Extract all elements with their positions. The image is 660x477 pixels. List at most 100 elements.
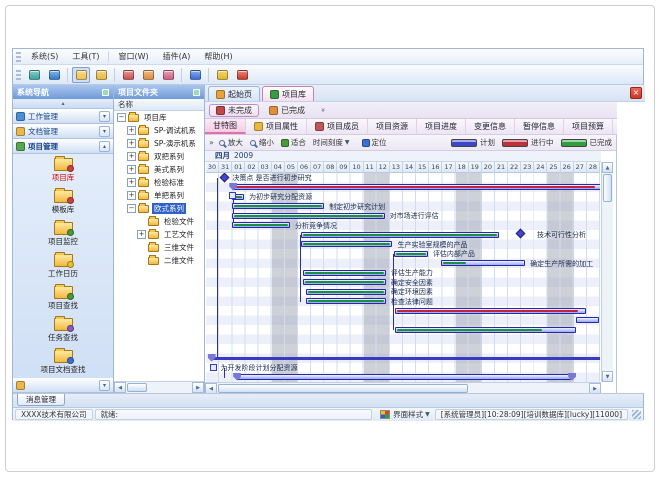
task-bar[interactable] (394, 251, 428, 257)
menu-item-3[interactable]: 插件(A) (156, 50, 198, 63)
tree-item-检验标准[interactable]: +检验标准 (114, 176, 204, 189)
gantt-horizontal-scrollbar[interactable]: ◀▶ (205, 382, 601, 393)
expand-icon[interactable]: + (127, 126, 136, 135)
scroll-down-icon[interactable]: ▼ (602, 371, 613, 382)
chevron-down-icon[interactable]: ▾ (99, 126, 110, 137)
view-tab-暂停信息[interactable]: 暂停信息 (515, 119, 564, 134)
expand-icon[interactable]: + (127, 178, 136, 187)
tree-item-单把系列[interactable]: +单把系列 (114, 189, 204, 202)
tree-item-项目库[interactable]: −项目库 (114, 111, 204, 124)
task-bar[interactable] (236, 374, 571, 380)
scroll-left-icon[interactable]: ◀ (114, 382, 126, 393)
tree-item-SP-演示机系[interactable]: +SP-演示机系 (114, 137, 204, 150)
sidebar-section-1[interactable]: 文档管理▾ (13, 124, 113, 139)
tree-item-双把系列[interactable]: +双把系列 (114, 150, 204, 163)
expand-icon[interactable]: + (127, 191, 136, 200)
resize-grip[interactable] (632, 410, 641, 419)
collapse-icon[interactable]: − (127, 204, 136, 213)
view-tab-项目成员[interactable]: 项目成员 (307, 119, 368, 134)
tree-item-二维文件[interactable]: 二维文件 (114, 254, 204, 267)
chevron-up-icon[interactable]: ▴ (99, 141, 110, 152)
expand-icon[interactable]: + (127, 165, 136, 174)
scroll-thumb[interactable] (603, 174, 612, 202)
overflow-icon[interactable]: » (209, 138, 214, 147)
document-pink-button[interactable] (159, 67, 177, 83)
chevron-down-icon[interactable]: ▼ (425, 411, 430, 418)
gantt-button-适合[interactable]: 适合 (281, 137, 306, 148)
tree-item-检验文件[interactable]: 检验文件 (114, 215, 204, 228)
scroll-right-icon[interactable]: ▶ (589, 383, 601, 394)
task-bar[interactable] (301, 241, 393, 247)
view-tab-项目进度[interactable]: 项目进度 (417, 119, 466, 134)
sidebar-item-项目库[interactable]: 项目库 (13, 154, 113, 186)
summary-bar[interactable] (211, 357, 600, 360)
task-bar[interactable] (576, 317, 598, 323)
chevron-down-icon[interactable]: ▾ (99, 380, 110, 391)
style-button[interactable]: 界面样式 (393, 409, 423, 420)
tree-item-美式系列[interactable]: +美式系列 (114, 163, 204, 176)
view-tab-变更信息[interactable]: 变更信息 (466, 119, 515, 134)
view-tab-项目资源[interactable]: 项目资源 (368, 119, 417, 134)
scroll-thumb[interactable] (218, 384, 468, 393)
tab-起始页[interactable]: 起始页 (208, 86, 260, 101)
sidebar-section-2[interactable]: 项目管理▴ (13, 139, 113, 154)
tree-item-SP-调试机系[interactable]: +SP-调试机系 (114, 124, 204, 137)
exit-button[interactable] (233, 67, 251, 83)
chevron-down-icon[interactable]: ▾ (99, 111, 110, 122)
globe-button[interactable] (45, 67, 63, 83)
tree-item-欧式系列[interactable]: −欧式系列 (114, 202, 204, 215)
tree-item-三维文件[interactable]: 三维文件 (114, 241, 204, 254)
task-bar[interactable] (306, 289, 386, 295)
tree-item-工艺文件[interactable]: +工艺文件 (114, 228, 204, 241)
filter-未完成[interactable]: 未完成 (209, 104, 259, 117)
start-marker[interactable] (229, 192, 236, 199)
sidebar-item-项目文档查找[interactable]: 项目文档查找 (13, 346, 113, 378)
sidebar-section-more[interactable]: ▾ (13, 378, 113, 393)
view-tab-甘特图[interactable]: 甘特图 (205, 119, 246, 134)
gantt-button-时间刻度[interactable]: 时间刻度▼ (313, 137, 355, 148)
tree-horizontal-scrollbar[interactable]: ◀▶ (114, 381, 204, 393)
chevron-down-icon[interactable]: » (319, 108, 327, 112)
sidebar-item-任务查找[interactable]: 任务查找 (13, 314, 113, 346)
message-manager-tab[interactable]: 消息管理 (17, 394, 65, 406)
close-icon[interactable]: × (630, 87, 642, 99)
document-red-button[interactable] (119, 67, 137, 83)
folder-report-button[interactable] (92, 67, 110, 83)
menu-item-2[interactable]: 窗口(W) (111, 50, 155, 63)
expand-icon[interactable]: + (127, 152, 136, 161)
task-bar[interactable] (395, 327, 576, 333)
desktop-button[interactable] (25, 67, 43, 83)
scroll-thumb[interactable] (127, 383, 147, 392)
document-orange-button[interactable] (139, 67, 157, 83)
tree-column-header[interactable]: 名称 (114, 99, 204, 111)
task-bar[interactable] (395, 308, 585, 314)
task-bar[interactable] (441, 260, 525, 266)
task-bar[interactable] (232, 222, 290, 228)
gantt-chart-body[interactable]: 决策点 是否进行初步研究为初步研究分配资源制定初步研究计划对市场进行评估分析竞争… (206, 173, 600, 382)
task-bar[interactable] (306, 298, 386, 304)
sidebar-item-工作日历[interactable]: 工作日历 (13, 250, 113, 282)
pin-icon[interactable] (102, 89, 109, 96)
menu-grip[interactable] (16, 52, 21, 62)
menu-item-0[interactable]: 系统(S) (24, 50, 65, 63)
gantt-vertical-scrollbar[interactable]: ▲▼ (601, 162, 613, 382)
view-tab-项目属性[interactable]: 项目属性 (246, 119, 307, 134)
tab-项目库[interactable]: 项目库 (262, 86, 314, 101)
sidebar-item-项目监控[interactable]: 项目监控 (13, 218, 113, 250)
sidebar-section-0[interactable]: 工作管理▾ (13, 109, 113, 124)
task-bar[interactable] (301, 232, 499, 238)
view-tab-项目预算[interactable]: 项目预算 (564, 119, 613, 134)
gantt-button-定位[interactable]: 定位 (362, 137, 387, 148)
task-bar[interactable] (232, 203, 324, 209)
scroll-right-icon[interactable]: ▶ (192, 382, 204, 393)
square-milestone[interactable] (210, 364, 217, 371)
toolbar-grip[interactable] (16, 70, 21, 80)
scroll-up-icon[interactable]: ▲ (602, 162, 613, 173)
scroll-left-icon[interactable]: ◀ (205, 383, 217, 394)
sidebar-item-模板库[interactable]: 模板库 (13, 186, 113, 218)
sidebar-item-项目查找[interactable]: 项目查找 (13, 282, 113, 314)
task-bar[interactable] (303, 270, 386, 276)
filter-已完成[interactable]: 已完成 (263, 104, 311, 117)
gantt-button-缩小[interactable]: 缩小 (250, 137, 274, 148)
task-bar[interactable] (303, 279, 386, 285)
